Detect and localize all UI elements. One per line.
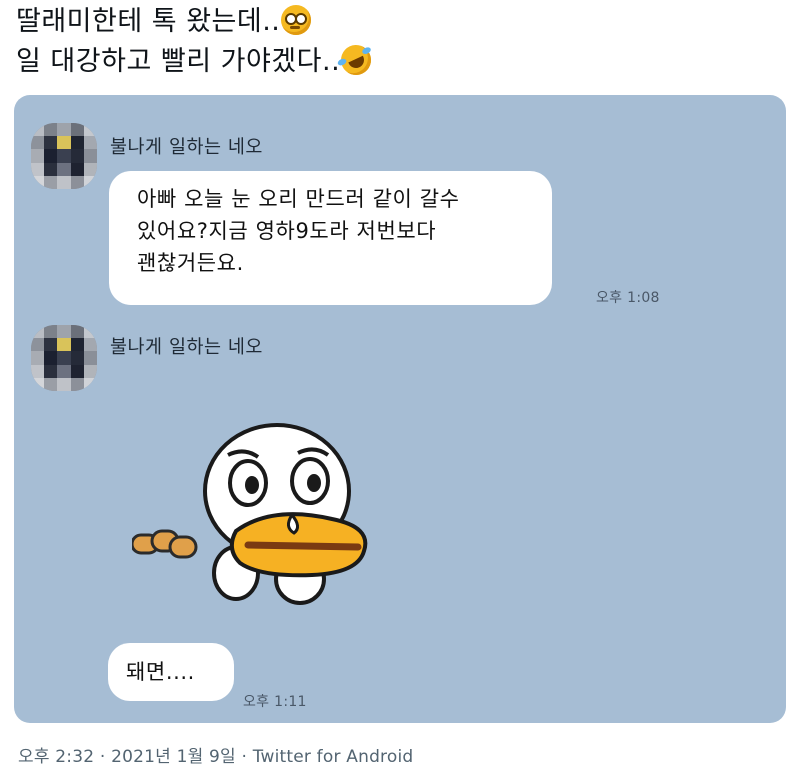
tweet-line-2: 일 대강하고 빨리 가야겠다..: [16, 39, 786, 82]
message-line: 아빠 오늘 눈 오리 만드러 같이 갈수: [137, 187, 460, 211]
message-time: 오후 1:11: [243, 694, 307, 710]
message-bubble: 돼면....: [108, 643, 234, 701]
message-line: 괜찮거든요.: [137, 251, 244, 275]
sender-name: 불나게 일하는 네오: [110, 337, 263, 358]
message-bubble: 아빠 오늘 눈 오리 만드러 같이 갈수 있어요?지금 영하9도라 저번보다 괜…: [109, 171, 552, 305]
sender-avatar: [31, 325, 97, 391]
flushed-face-icon: [281, 4, 312, 35]
tweet-meta: 오후 2:32 · 2021년 1월 9일 · Twitter for Andr…: [18, 747, 414, 767]
message-line: 돼면....: [126, 660, 195, 684]
rolling-on-floor-laughing-icon: [336, 39, 377, 80]
message-time: 오후 1:08: [596, 290, 660, 306]
sender-avatar: [31, 123, 97, 189]
tweet-line-1-text: 딸래미한테 톡 왔는데..: [16, 6, 281, 37]
tweet-line-1: 딸래미한테 톡 왔는데..: [16, 2, 786, 42]
message-line: 있어요?지금 영하9도라 저번보다: [137, 219, 437, 243]
tweet-text: 딸래미한테 톡 왔는데.. 일 대강하고 빨리 가야겠다..: [16, 2, 786, 82]
sender-name: 불나게 일하는 네오: [110, 137, 263, 158]
chat-screenshot: 불나게 일하는 네오 아빠 오늘 눈 오리 만드러 같이 갈수 있어요?지금 영…: [14, 95, 786, 723]
tweet-line-2-text: 일 대강하고 빨리 가야겠다..: [16, 46, 341, 77]
crying-duck-sticker: [132, 423, 368, 605]
